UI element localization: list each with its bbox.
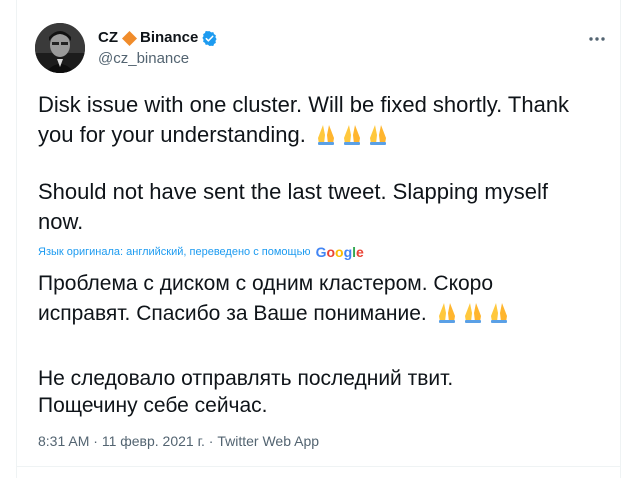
orange-diamond-icon <box>121 30 138 47</box>
folded-hands-emoji-group <box>435 300 513 324</box>
card-divider <box>16 466 621 467</box>
translated-text-line-4: Пощечину себе сейчас. <box>38 394 268 417</box>
folded-hands-icon <box>464 303 481 323</box>
card-border-left <box>16 0 17 478</box>
author-handle[interactable]: @cz_binance <box>98 50 189 68</box>
folded-hands-icon <box>369 125 386 145</box>
translated-text-line-2: исправят. Спасибо за Ваше понимание. <box>38 300 513 328</box>
tweet-time-link[interactable]: 8:31 AM <box>38 433 89 449</box>
translation-note-text[interactable]: Язык оригинала: английский, переведено с… <box>38 244 311 260</box>
author-name-row[interactable]: CZ Binance <box>98 29 218 47</box>
tweet-source-link[interactable]: Twitter Web App <box>217 433 319 449</box>
google-logo: Google <box>315 244 364 260</box>
tweet-date-link[interactable]: 11 февр. 2021 г. <box>102 433 205 449</box>
folded-hands-icon <box>438 303 455 323</box>
avatar-photo <box>35 23 85 73</box>
folded-hands-emoji-group <box>314 122 392 146</box>
translation-attribution[interactable]: Язык оригинала: английский, переведено с… <box>38 244 364 260</box>
more-options-icon[interactable] <box>586 30 608 48</box>
meta-separator: · <box>204 433 218 449</box>
tweet-text-line-4: now. <box>38 209 84 234</box>
verified-badge-icon <box>201 30 218 47</box>
card-border-right <box>620 0 621 478</box>
tweet-text-line-1: Disk issue with one cluster. Will be fix… <box>38 92 570 117</box>
author-name[interactable]: CZ <box>98 29 118 47</box>
translated-text-line-2-content: исправят. Спасибо за Ваше понимание. <box>38 302 427 325</box>
tweet-card: CZ Binance @cz_binance Disk issue with o… <box>0 0 638 478</box>
folded-hands-icon <box>317 125 334 145</box>
tweet-text-line-2-content: you for your understanding. <box>38 122 306 147</box>
tweet-text-line-2: you for your understanding. <box>38 120 608 150</box>
avatar[interactable] <box>35 23 85 73</box>
tweet-metadata: 8:31 AM · 11 февр. 2021 г. · Twitter Web… <box>38 432 319 450</box>
translated-text-line-3: Не следовало отправлять последний твит. <box>38 367 454 390</box>
folded-hands-icon <box>343 125 360 145</box>
translated-text-line-1: Проблема с диском с одним кластером. Ско… <box>38 272 494 295</box>
author-affiliation[interactable]: Binance <box>140 29 198 47</box>
tweet-text-line-3: Should not have sent the last tweet. Sla… <box>38 179 548 204</box>
meta-separator: · <box>89 433 102 449</box>
folded-hands-icon <box>490 303 507 323</box>
